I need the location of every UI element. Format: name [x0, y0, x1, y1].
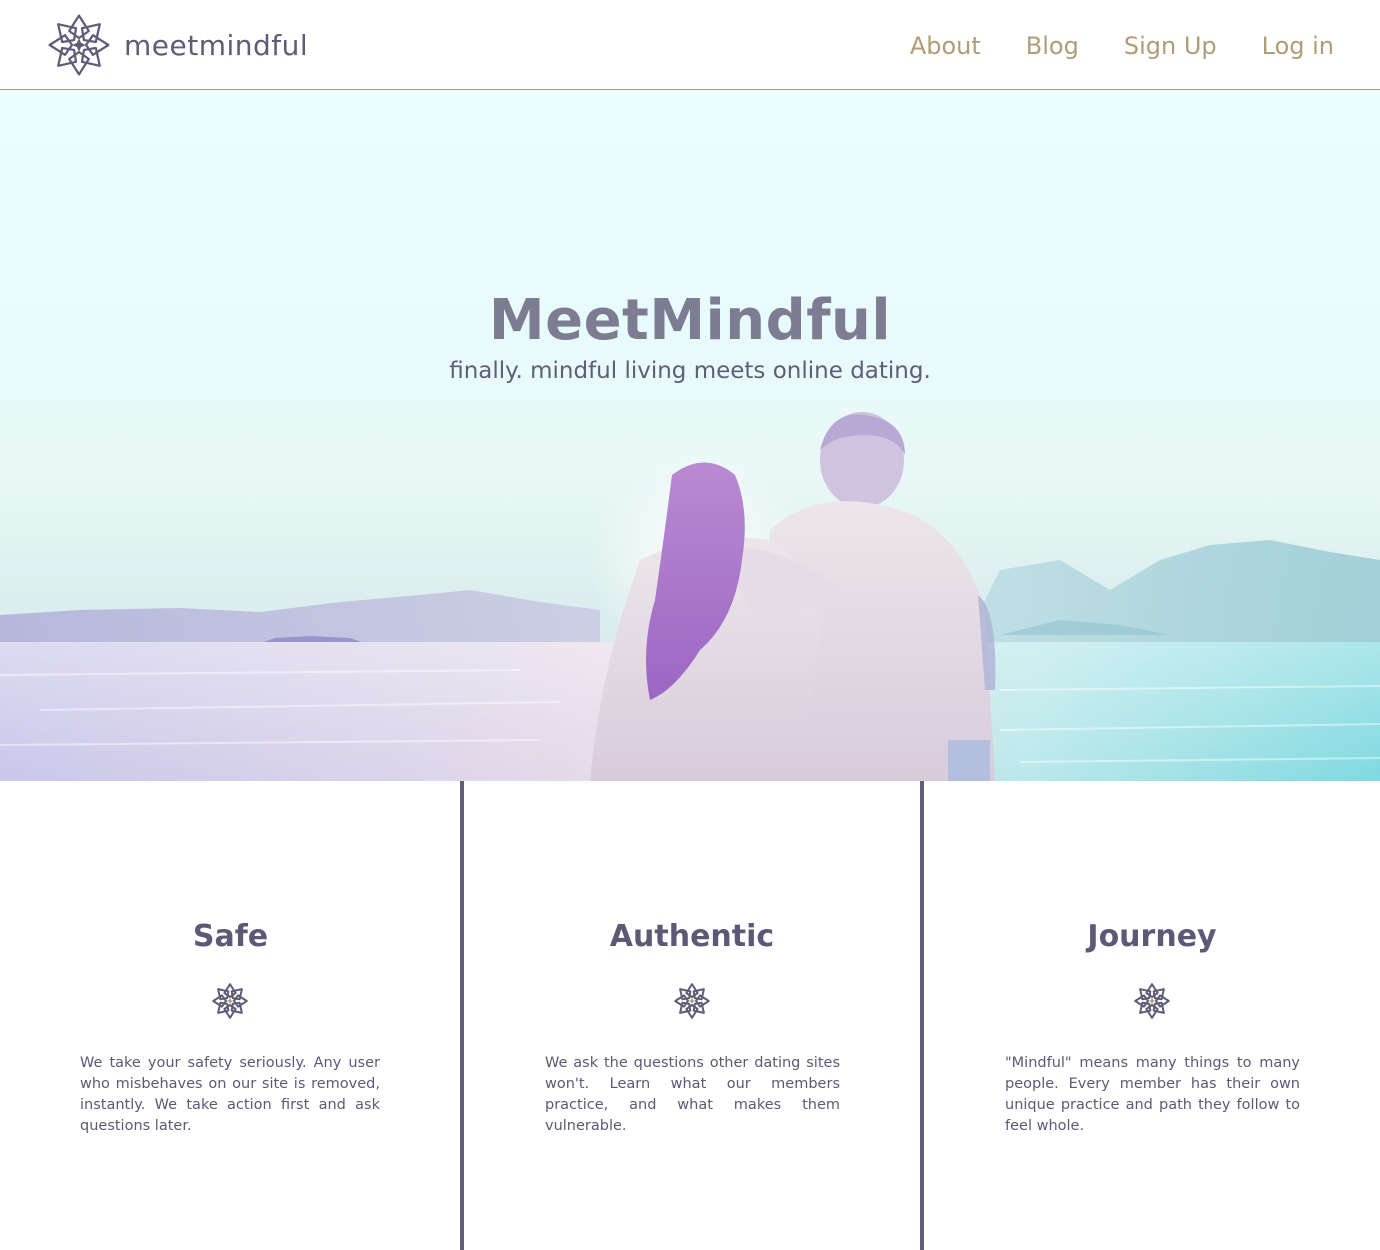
feature-description: "Mindful" means many things to many peop…: [1005, 1055, 1300, 1134]
feature-description: We take your safety seriously. Any user …: [80, 1055, 380, 1134]
main-nav: About Blog Sign Up Log in: [910, 26, 1334, 66]
lotus-star-icon: [1134, 983, 1170, 1019]
hero-image-couple-by-lake: [0, 412, 1380, 781]
nav-login-link[interactable]: Log in: [1262, 26, 1334, 66]
feature-title: Safe: [192, 919, 269, 954]
features-section: Safe We take your safety seriously. Any …: [0, 781, 1380, 1250]
nav-signup-link[interactable]: Sign Up: [1124, 26, 1217, 66]
hero-title: MeetMindful: [488, 288, 892, 353]
feature-description: We ask the questions other dating sites …: [545, 1055, 840, 1134]
nav-about-link[interactable]: About: [910, 26, 981, 66]
nav-blog-link[interactable]: Blog: [1026, 26, 1079, 66]
site-header: meetmindful About Blog Sign Up Log in: [0, 0, 1380, 90]
lotus-star-icon: [674, 983, 710, 1019]
hero-section: MeetMindful finally. mindful living meet…: [0, 90, 1380, 781]
brand-name: meetmindful: [124, 28, 309, 62]
lotus-star-logo-icon: [48, 14, 110, 76]
feature-authentic: Authentic We ask the questions other dat…: [464, 781, 920, 1250]
feature-journey: Journey "Mindful" means many things to m…: [924, 781, 1380, 1250]
feature-safe: Safe We take your safety seriously. Any …: [0, 781, 461, 1250]
feature-title: Journey: [1087, 919, 1217, 954]
feature-title: Authentic: [609, 919, 775, 954]
brand-logo-link[interactable]: meetmindful: [44, 10, 308, 80]
lotus-star-icon: [212, 983, 248, 1019]
hero-tagline: finally. mindful living meets online dat…: [449, 358, 931, 384]
